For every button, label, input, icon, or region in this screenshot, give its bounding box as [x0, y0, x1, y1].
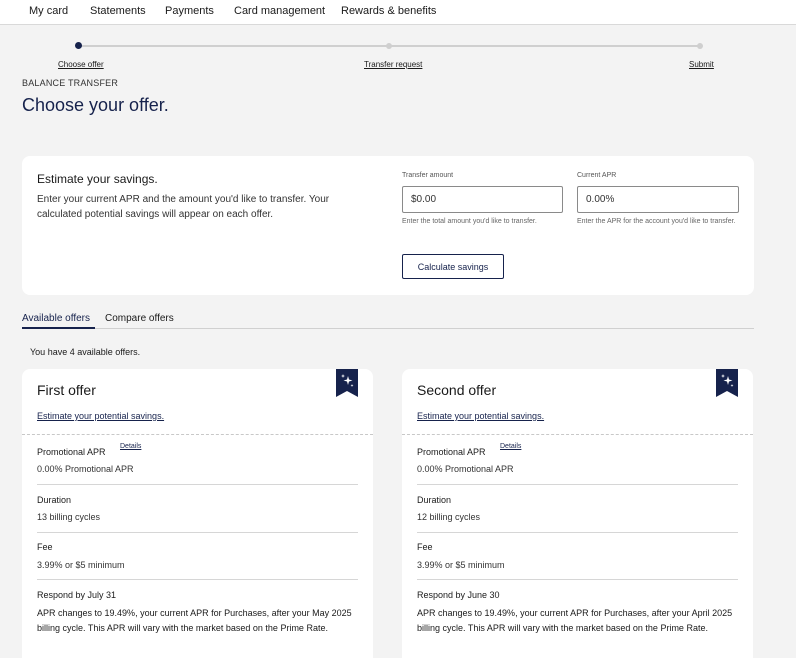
promo-apr-details-link[interactable]: Details	[500, 443, 521, 450]
step-label-choose-offer[interactable]: Choose offer	[58, 60, 104, 69]
row-divider	[417, 532, 738, 533]
offer-title: First offer	[37, 382, 96, 398]
respond-by-label: Respond by July 31	[37, 590, 117, 600]
offer-divider	[402, 434, 753, 435]
sparkle-icon	[716, 369, 738, 397]
nav-payments[interactable]: Payments	[165, 5, 214, 17]
calculate-savings-button[interactable]: Calculate savings	[402, 254, 504, 279]
promo-apr-label: Promotional APR	[417, 447, 486, 457]
respond-by-description: APR changes to 19.49%, your current APR …	[37, 608, 352, 633]
fee-value: 3.99% or $5 minimum	[417, 560, 505, 570]
nav-card-management[interactable]: Card management	[234, 5, 325, 17]
offers-count-text: You have 4 available offers.	[30, 347, 141, 357]
estimate-savings-link[interactable]: Estimate your potential savings.	[37, 411, 164, 421]
promo-apr-label: Promotional APR	[37, 447, 106, 457]
step-dot-choose-offer	[75, 42, 82, 49]
nav-statements[interactable]: Statements	[90, 5, 146, 17]
step-dot-submit	[697, 43, 703, 49]
savings-title: Estimate your savings.	[37, 172, 158, 186]
nav-my-card[interactable]: My card	[29, 5, 68, 17]
nav-rewards-benefits[interactable]: Rewards & benefits	[341, 5, 436, 17]
transfer-amount-input[interactable]	[402, 186, 563, 213]
offer-divider	[22, 434, 373, 435]
transfer-amount-label: Transfer amount	[402, 172, 454, 179]
row-divider	[37, 532, 358, 533]
row-divider	[417, 579, 738, 580]
page-title: Choose your offer.	[22, 95, 169, 115]
promo-apr-value: 0.00% Promotional APR	[37, 464, 134, 474]
offer-card-second: Second offer Estimate your potential sav…	[402, 369, 753, 658]
fee-label: Fee	[417, 542, 433, 552]
fee-value: 3.99% or $5 minimum	[37, 560, 125, 570]
duration-label: Duration	[417, 495, 452, 505]
step-label-transfer-request[interactable]: Transfer request	[364, 60, 422, 69]
promo-apr-details-link[interactable]: Details	[120, 443, 141, 450]
duration-label: Duration	[37, 495, 72, 505]
duration-value: 13 billing cycles	[37, 512, 101, 522]
step-label-submit[interactable]: Submit	[689, 60, 714, 69]
promo-apr-value: 0.00% Promotional APR	[417, 464, 514, 474]
step-dot-transfer-request	[386, 43, 392, 49]
row-divider	[417, 484, 738, 485]
sparkle-icon	[336, 369, 358, 397]
current-apr-hint: Enter the APR for the account you'd like…	[577, 218, 736, 225]
estimate-savings-link[interactable]: Estimate your potential savings.	[417, 411, 544, 421]
row-divider	[37, 484, 358, 485]
offer-card-first: First offer Estimate your potential savi…	[22, 369, 373, 658]
offer-title: Second offer	[417, 382, 497, 398]
savings-estimator-card: Estimate your savings. Enter your curren…	[22, 156, 754, 295]
savings-description: Enter your current APR and the amount yo…	[37, 194, 330, 220]
respond-by-description: APR changes to 19.49%, your current APR …	[417, 608, 733, 633]
row-divider	[37, 579, 358, 580]
current-apr-input[interactable]	[577, 186, 739, 213]
page-eyebrow: BALANCE TRANSFER	[22, 78, 119, 88]
active-tab-indicator	[22, 327, 95, 329]
duration-value: 12 billing cycles	[417, 512, 481, 522]
fee-label: Fee	[37, 542, 53, 552]
top-nav: My card Statements Payments Card managem…	[0, 0, 796, 25]
respond-by-label: Respond by June 30	[417, 590, 500, 600]
transfer-amount-hint: Enter the total amount you'd like to tra…	[402, 218, 537, 225]
current-apr-label: Current APR	[577, 172, 617, 179]
tab-compare-offers[interactable]: Compare offers	[105, 313, 174, 324]
tabs-divider	[22, 328, 754, 329]
tab-available-offers[interactable]: Available offers	[22, 313, 90, 324]
